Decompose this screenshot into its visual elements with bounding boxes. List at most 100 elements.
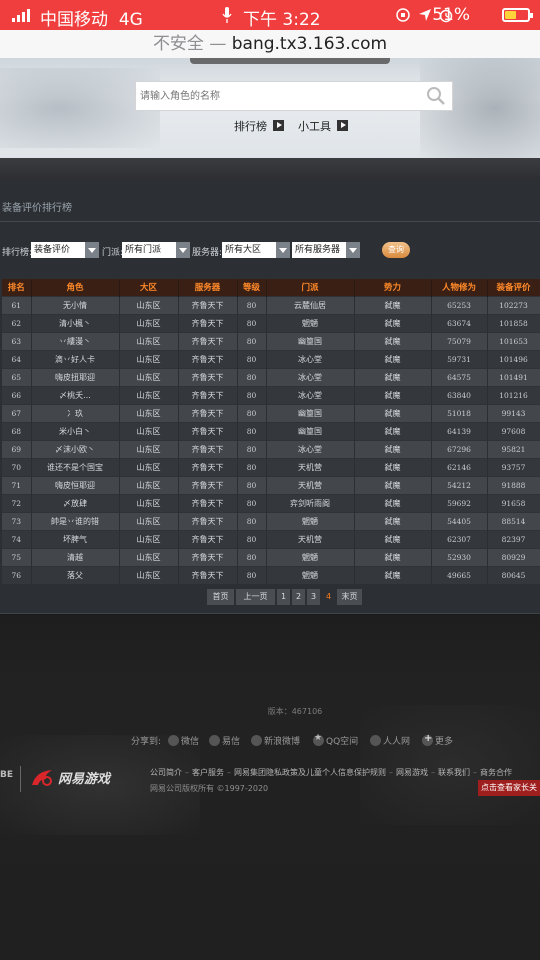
search-input[interactable] <box>136 82 416 110</box>
last-page-button[interactable]: 末页 <box>337 589 362 605</box>
search-box <box>135 81 453 111</box>
divider <box>0 221 540 222</box>
page-4-current: 4 <box>325 592 332 601</box>
footer-link-privacy[interactable]: 网易集团隐私政策及儿童个人信息保护规则 <box>234 768 386 777</box>
footer-link-contact[interactable]: 联系我们 <box>438 768 470 777</box>
table-row[interactable]: 63 丷縷漫丶 山东区 齐鲁天下 80 幽篁国 弑魔 75079 101653 <box>2 331 540 350</box>
table-cell: 嗨皮扭耶迎 <box>31 367 120 386</box>
location-icon <box>419 9 431 21</box>
table-row[interactable]: 73 帥是丷谁的错 山东区 齐鲁天下 80 魍魉 弑魔 54405 88514 <box>2 511 540 530</box>
table-cell: 滴丷好人卡 <box>31 349 120 368</box>
table-cell: 魍魉 <box>266 511 355 530</box>
table-cell: 80 <box>237 529 267 548</box>
table-row[interactable]: 69 〆沫小欧丶 山东区 齐鲁天下 80 冰心堂 弑魔 67296 95821 <box>2 439 540 458</box>
table-cell: 67 <box>2 403 32 422</box>
page-3-button[interactable]: 3 <box>307 589 320 605</box>
share-renren[interactable]: 人人网 <box>370 734 410 747</box>
table-row[interactable]: 66 〆桃夭... 山东区 齐鲁天下 80 冰心堂 弑魔 63840 101216 <box>2 385 540 404</box>
table-cell: 齐鲁天下 <box>178 313 238 332</box>
table-row[interactable]: 68 米小白丶 山东区 齐鲁天下 80 幽篁国 弑魔 64139 97608 <box>2 421 540 440</box>
table-cell: 80 <box>237 439 267 458</box>
netease-games-logo[interactable]: 网易游戏 <box>30 767 120 789</box>
table-row[interactable]: 76 落父 山东区 齐鲁天下 80 魍魉 弑魔 49665 80645 <box>2 565 540 584</box>
table-cell: 坏脾气 <box>31 529 120 548</box>
table-cell: 山东区 <box>119 529 179 548</box>
table-cell: 64139 <box>431 421 488 440</box>
version-label: 版本：467106 <box>267 707 323 716</box>
ranking-link[interactable]: 排行榜 <box>234 118 284 134</box>
table-row[interactable]: 70 谁还不是个国宝 山东区 齐鲁天下 80 天机营 弑魔 62146 93757 <box>2 457 540 476</box>
parent-monitor-button[interactable]: 点击查看家长关 <box>478 780 540 796</box>
table-row[interactable]: 61 无小情 山东区 齐鲁天下 80 云麓仙居 弑魔 65253 102273 <box>2 295 540 314</box>
share-yixin[interactable]: 易信 <box>209 734 240 747</box>
table-row[interactable]: 64 滴丷好人卡 山东区 齐鲁天下 80 冰心堂 弑魔 59731 101496 <box>2 349 540 368</box>
table-cell: 弑魔 <box>354 403 432 422</box>
query-button[interactable]: 查询 <box>382 242 410 258</box>
share-weibo[interactable]: 新浪微博 <box>251 734 300 747</box>
table-cell: 齐鲁天下 <box>178 493 238 512</box>
faction-select[interactable]: 所有门派 <box>122 242 190 258</box>
first-page-button[interactable]: 首页 <box>207 589 234 605</box>
table-cell: 齐鲁天下 <box>178 565 238 584</box>
table-row[interactable]: 75 清越 山东区 齐鲁天下 80 魍魉 弑魔 52930 80929 <box>2 547 540 566</box>
prev-page-button[interactable]: 上一页 <box>236 589 275 605</box>
table-cell: 80 <box>237 313 267 332</box>
share-more[interactable]: 更多 <box>422 733 453 747</box>
table-cell: 天机营 <box>266 529 355 548</box>
region-select[interactable]: 所有大区 <box>222 242 290 258</box>
table-row[interactable]: 67 冫玖 山东区 齐鲁天下 80 幽篁国 弑魔 51018 99143 <box>2 403 540 422</box>
footer-link-about[interactable]: 公司简介 <box>150 768 182 777</box>
table-cell: 64575 <box>431 367 488 386</box>
table-cell: 山东区 <box>119 367 179 386</box>
table-cell: 80 <box>237 331 267 350</box>
rank-type-select[interactable]: 装备评价 <box>31 242 99 258</box>
table-row[interactable]: 72 〆放肆 山东区 齐鲁天下 80 弈剑听雨阁 弑魔 59692 91658 <box>2 493 540 512</box>
table-row[interactable]: 62 清小楓丶 山东区 齐鲁天下 80 魍魉 弑魔 63674 101858 <box>2 313 540 332</box>
table-cell: 幽篁国 <box>266 403 355 422</box>
table-cell: 54405 <box>431 511 488 530</box>
table-cell: 天机营 <box>266 457 355 476</box>
clock: 下午 3:22 <box>243 10 321 30</box>
table-cell: 80 <box>237 547 267 566</box>
chevron-down-icon <box>346 242 360 258</box>
search-icon[interactable] <box>426 86 446 106</box>
battery-icon <box>502 8 533 22</box>
footer-link-games[interactable]: 网易游戏 <box>396 768 428 777</box>
share-qzone[interactable]: QQ空间 <box>313 733 358 747</box>
column-header: 装备评价 <box>487 279 540 296</box>
table-cell: 云麓仙居 <box>266 295 355 314</box>
footer-link-business[interactable]: 商务合作 <box>480 768 512 777</box>
chevron-down-icon <box>176 242 190 258</box>
table-cell: 68 <box>2 421 32 440</box>
column-header: 角色 <box>31 279 120 296</box>
table-row[interactable]: 74 坏脾气 山东区 齐鲁天下 80 天机营 弑魔 62307 82397 <box>2 529 540 548</box>
table-cell: 魍魉 <box>266 547 355 566</box>
table-cell: 71 <box>2 475 32 494</box>
table-header-row: 排名 角色 大区 服务器 等级 门派 势力 人物修为 装备评价 <box>2 279 540 296</box>
footer-link-service[interactable]: 客户服务 <box>192 768 224 777</box>
table-row[interactable]: 65 嗨皮扭耶迎 山东区 齐鲁天下 80 冰心堂 弑魔 64575 101491 <box>2 367 540 386</box>
battery-level-fill <box>505 11 517 19</box>
page-2-button[interactable]: 2 <box>292 589 305 605</box>
table-cell: 弑魔 <box>354 547 432 566</box>
page-1-button[interactable]: 1 <box>277 589 290 605</box>
plus-icon <box>422 733 433 746</box>
footer-links: 公司简介 – 客户服务 – 网易集团隐私政策及儿童个人信息保护规则 – 网易游戏 – 联系我们 –… <box>150 768 512 777</box>
server-select[interactable]: 所有服务器 <box>292 242 360 258</box>
table-row[interactable]: 71 嗨皮恒耶迎 山东区 齐鲁天下 80 天机营 弑魔 54212 91888 <box>2 475 540 494</box>
table-cell: 弑魔 <box>354 421 432 440</box>
orientation-lock-icon <box>396 8 410 22</box>
table-cell: 冰心堂 <box>266 439 355 458</box>
table-cell: 70 <box>2 457 32 476</box>
svg-text:网易游戏: 网易游戏 <box>58 771 112 787</box>
column-header: 人物修为 <box>431 279 488 296</box>
ranking-table: 排名 角色 大区 服务器 等级 门派 势力 人物修为 装备评价 61 无小情 山东区 齐鲁天下 80 云麓… <box>2 279 540 584</box>
tools-link[interactable]: 小工具 <box>298 118 348 134</box>
share-wechat[interactable]: 微信 <box>168 734 199 747</box>
url-bar[interactable]: 不安全 — bang.tx3.163.com <box>0 30 540 58</box>
table-cell: 山东区 <box>119 493 179 512</box>
table-cell: 95821 <box>487 439 540 458</box>
table-cell: 山东区 <box>119 421 179 440</box>
share-label: 分享到: <box>131 737 162 747</box>
table-cell: 弑魔 <box>354 475 432 494</box>
